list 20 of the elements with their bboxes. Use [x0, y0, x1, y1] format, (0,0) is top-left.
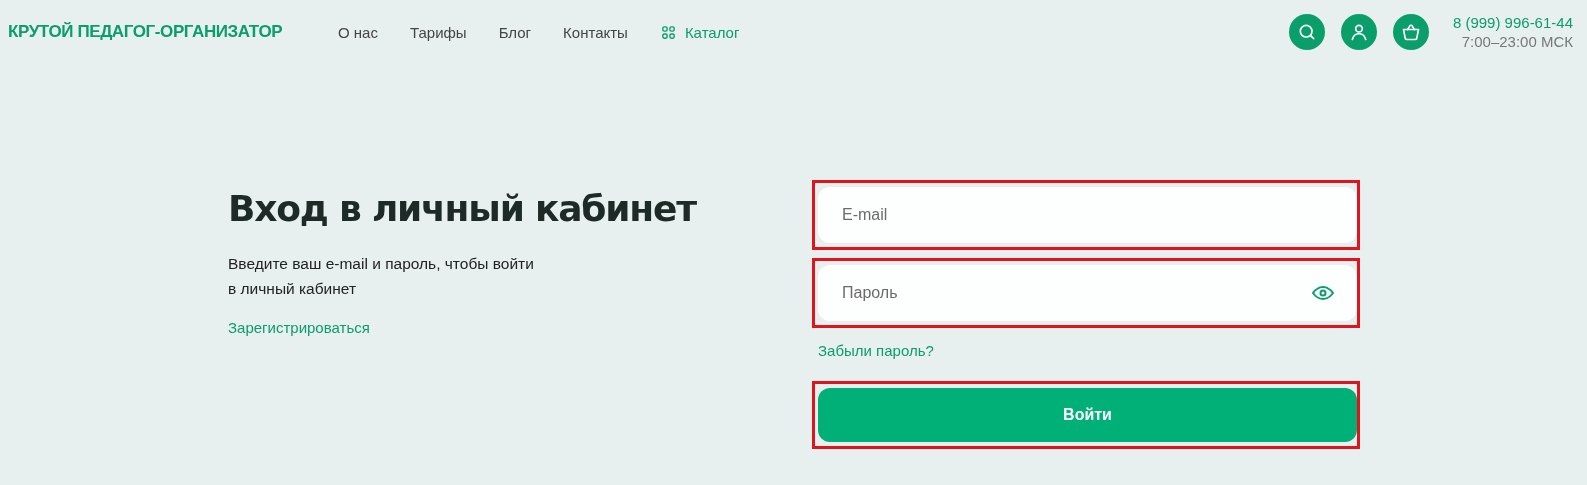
working-hours: 7:00–23:00 МСК — [1461, 32, 1573, 51]
nav-link[interactable]: Контакты — [563, 23, 628, 41]
nav-link[interactable]: О нас — [338, 23, 378, 41]
nav-link[interactable]: Блог — [498, 23, 532, 41]
login-button[interactable]: Войти — [818, 388, 1357, 442]
password-field[interactable]: Пароль — [818, 265, 1357, 321]
account-button[interactable] — [1340, 14, 1377, 50]
page-title: Вход в личный кабинет — [228, 188, 698, 229]
intro-text: Введите ваш e-mail и пароль, чтобы войти в личный кабинет — [228, 254, 535, 299]
cart-button[interactable] — [1392, 14, 1429, 50]
nav-link[interactable]: Каталог — [659, 23, 740, 41]
basket-icon — [1400, 22, 1421, 42]
grid-icon — [659, 23, 677, 41]
email-field[interactable]: E-mail — [818, 187, 1357, 243]
search-button[interactable] — [1288, 14, 1325, 50]
nav-link[interactable]: Тарифы — [409, 23, 467, 41]
forgot-password-link[interactable]: Забыли пароль? — [818, 342, 934, 359]
phone-number[interactable]: 8 (999) 996-61-44 — [1452, 13, 1573, 32]
logo[interactable]: КРУТОЙ ПЕДАГОГ-ОРГАНИЗАТОР — [8, 22, 308, 42]
register-link[interactable]: Зарегистрироваться — [228, 319, 370, 336]
